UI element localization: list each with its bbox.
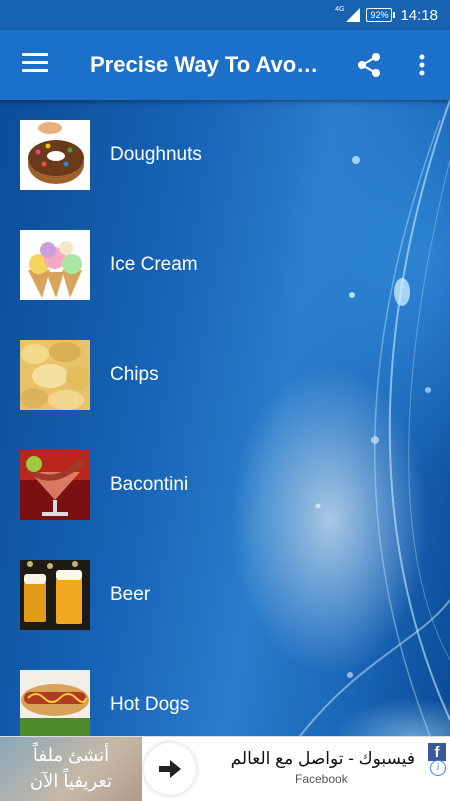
status-bar: 4G 92% 14:18 [0,0,450,30]
app-bar: Precise Way To Avo… [0,30,450,100]
background-light-streaks [299,100,450,736]
page-title: Precise Way To Avo… [90,52,319,77]
battery-indicator: 92% [366,8,396,22]
more-vertical-icon[interactable] [414,53,430,77]
ad-left-line1: أنشئ ملفاً [32,745,110,765]
ice-cream-thumbnail [20,230,90,300]
list-item-label: Doughnuts [110,144,202,165]
signal-icon [346,8,361,22]
ad-left-line2: تعريفياً الآن [29,771,113,791]
network-type: 4G [335,5,345,13]
list-item[interactable]: Bacontini [20,450,440,520]
list-item-label: Chips [110,364,159,385]
list-item-label: Bacontini [110,474,189,495]
clock: 14:18 [400,6,438,24]
ad-headline[interactable]: فيسبوك - تواصل مع العالم [205,749,415,769]
list-item[interactable]: Ice Cream [20,230,440,300]
ad-advertiser: Facebook [295,772,348,786]
bacontini-thumbnail [20,450,90,520]
ad-create-profile-text[interactable]: أنشئ ملفاً تعريفياً الآن [0,737,142,801]
list-item-label: Hot Dogs [110,694,190,715]
doughnut-thumbnail [20,120,90,190]
list-item-label: Beer [110,584,151,605]
beer-thumbnail [20,560,90,630]
list-item[interactable]: Doughnuts [20,120,440,190]
ad-banner[interactable]: أنشئ ملفاً تعريفياً الآن فيسبوك - تواصل … [0,736,450,801]
arrow-right-icon[interactable] [144,743,196,795]
share-icon[interactable] [356,52,382,78]
list-item-label: Ice Cream [110,254,198,275]
facebook-logo-icon: f [428,743,446,761]
list-item[interactable]: Beer [20,560,440,630]
chips-thumbnail [20,340,90,410]
list-item[interactable]: Chips [20,340,440,410]
food-list: Doughnuts Ice Cream Chips Bacontini Beer… [0,100,450,736]
ad-info-icon[interactable]: i [430,760,446,776]
hot-dog-thumbnail [20,670,90,736]
list-item[interactable]: Hot Dogs [20,670,440,736]
hamburger-menu-icon[interactable] [22,53,48,77]
